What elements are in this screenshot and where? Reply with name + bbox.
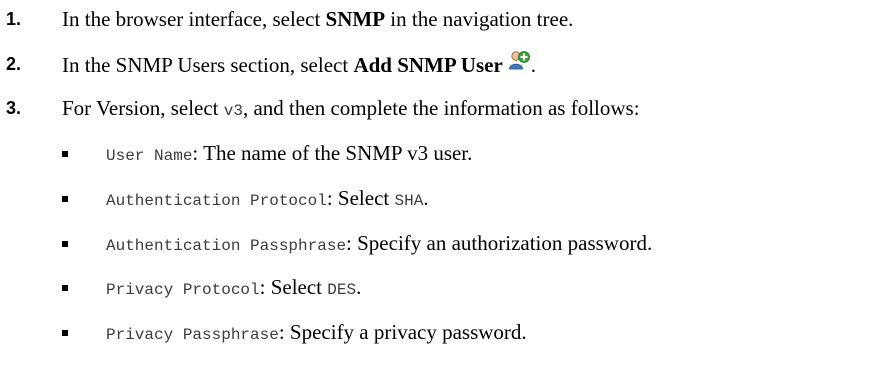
step-number: 1. xyxy=(6,9,22,29)
step-text-post: , and then complete the information as f… xyxy=(242,96,640,120)
add-user-icon xyxy=(507,49,531,73)
field-label: Privacy Protocol xyxy=(106,281,260,299)
step-text: In the browser interface, select SNMP in… xyxy=(62,4,573,34)
field-desc: : Specify an authorization password. xyxy=(346,231,653,255)
field-desc: : The name of the SNMP v3 user. xyxy=(192,141,473,165)
step-text-post: . xyxy=(530,53,537,77)
field-text: User Name: The name of the SNMP v3 user. xyxy=(106,138,472,171)
field-desc-post: . xyxy=(423,186,429,210)
field-label: Authentication Passphrase xyxy=(106,237,347,255)
ui-term-add-snmp-user: Add SNMP User xyxy=(353,53,503,77)
field-text: Privacy Protocol: Select DES. xyxy=(106,272,361,305)
code-value-v3: v3 xyxy=(223,102,243,120)
bullet-icon xyxy=(62,196,68,202)
step-text-pre: In the SNMP Users section, select xyxy=(62,53,354,77)
field-desc: : Select xyxy=(259,275,328,299)
field-text: Privacy Passphrase: Specify a privacy pa… xyxy=(106,317,527,350)
code-value-sha: SHA xyxy=(394,192,424,210)
step-text-post: in the navigation tree. xyxy=(385,7,574,31)
bullet-icon xyxy=(62,241,68,247)
instruction-document: 1. In the browser interface, select SNMP… xyxy=(0,0,882,373)
bullet-icon xyxy=(62,285,68,291)
step-text: For Version, select v3, and then complet… xyxy=(62,93,640,126)
ui-term-snmp: SNMP xyxy=(325,7,386,31)
field-desc: : Select xyxy=(326,186,395,210)
field-desc: : Specify a privacy password. xyxy=(278,320,527,344)
step-text: In the SNMP Users section, select Add SN… xyxy=(62,49,536,80)
step-text-pre: For Version, select xyxy=(62,96,224,120)
field-desc-post: . xyxy=(356,275,362,299)
field-text: Authentication Protocol: Select SHA. xyxy=(106,183,429,216)
step-number: 3. xyxy=(6,98,22,118)
step-number: 2. xyxy=(6,54,22,74)
field-text: Authentication Passphrase: Specify an au… xyxy=(106,228,652,261)
bullet-icon xyxy=(62,151,68,157)
field-label: User Name xyxy=(106,147,193,165)
code-value-des: DES xyxy=(327,281,357,299)
bullet-icon xyxy=(62,330,68,336)
step-text-pre: In the browser interface, select xyxy=(62,7,326,31)
field-label: Authentication Protocol xyxy=(106,192,327,210)
field-label: Privacy Passphrase xyxy=(106,326,279,344)
